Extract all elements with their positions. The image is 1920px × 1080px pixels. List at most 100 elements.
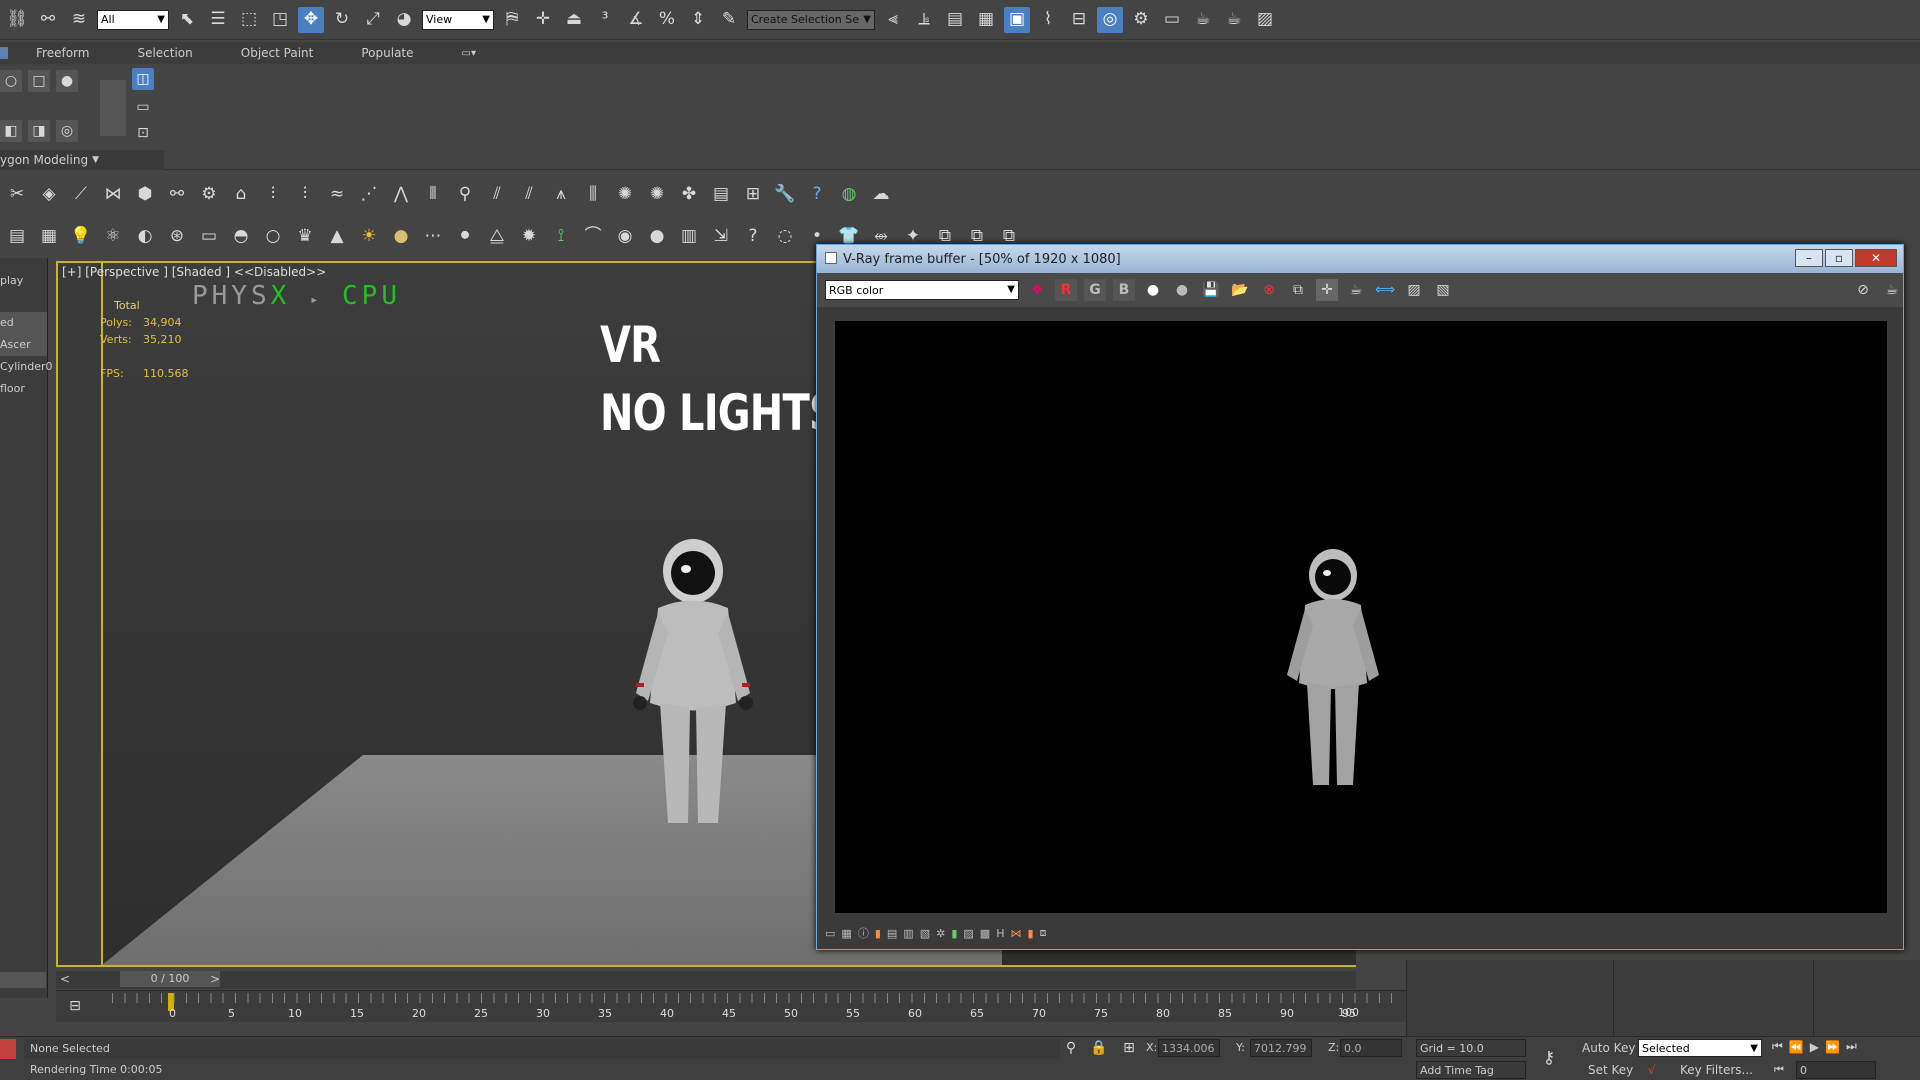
wrench-icon[interactable]: 🔧 xyxy=(772,181,798,207)
save-icon[interactable]: 💾 xyxy=(1200,279,1222,301)
vfb-status-icon-11[interactable]: ▩ xyxy=(980,927,990,940)
set-key-button[interactable]: Set Key xyxy=(1588,1063,1633,1077)
export-icon[interactable]: ⇲ xyxy=(708,223,734,249)
vray-icon-3[interactable]: ⊛ xyxy=(164,223,190,249)
selection-filter-dropdown[interactable]: All ▼ xyxy=(97,9,169,30)
named-selection-sets-dropdown[interactable]: Create Selection Se ▼ xyxy=(747,9,875,30)
list-item[interactable]: play xyxy=(0,270,47,292)
select-manipulate-icon[interactable]: ✛ xyxy=(530,7,556,33)
helper-icon-4[interactable]: ⋈ xyxy=(100,181,126,207)
question-icon[interactable]: ? xyxy=(740,223,766,249)
hair-icon-6[interactable]: ⫴ xyxy=(420,181,446,207)
scale-icon[interactable]: ⤢ xyxy=(360,7,386,33)
bulb-icon[interactable]: 💡 xyxy=(68,223,94,249)
ribbon-mode-icon[interactable]: ◫ xyxy=(132,68,154,90)
render-teapot-icon[interactable]: ☕ xyxy=(1345,279,1367,301)
vray-icon-1[interactable]: ⚛ xyxy=(100,223,126,249)
ribbon-options-icon[interactable]: ▭▾ xyxy=(462,48,476,59)
rect-selection-icon[interactable]: ⬚ xyxy=(236,7,262,33)
fur-icon[interactable]: ⚫ xyxy=(452,223,478,249)
pin-icon[interactable]: ⚲ xyxy=(452,181,478,207)
mono-icon[interactable]: ● xyxy=(1171,279,1193,301)
next-frame-icon[interactable]: ⏩ xyxy=(1825,1040,1840,1054)
material-editor-icon[interactable]: ◎ xyxy=(1097,6,1123,33)
sphere-grid-icon[interactable]: ✹ xyxy=(516,223,542,249)
vfb-status-icon-10[interactable]: ▨ xyxy=(963,927,973,940)
helper-icon-1[interactable]: ✂ xyxy=(4,181,30,207)
hair-icon-5[interactable]: ⋀ xyxy=(388,181,414,207)
vfb-status-icon-8[interactable]: ✲ xyxy=(936,927,945,940)
cloud-icon[interactable]: ☁ xyxy=(868,181,894,207)
stop-icon[interactable]: ⊘ xyxy=(1852,279,1874,301)
time-slider-thumb[interactable]: 0 / 100 xyxy=(120,971,220,987)
tab-object-paint[interactable]: Object Paint xyxy=(241,46,314,60)
document-icon[interactable]: ▤ xyxy=(708,181,734,207)
maximize-icon[interactable]: ▫ xyxy=(1825,249,1853,267)
region-render-icon[interactable]: ⟺ xyxy=(1374,279,1396,301)
history-icon-4[interactable]: ◧ xyxy=(0,120,22,142)
percent-snap-icon[interactable]: % xyxy=(654,7,680,33)
render-production-icon[interactable]: ☕ xyxy=(1190,7,1216,33)
y-coordinate-field[interactable]: 7012.799 xyxy=(1250,1039,1312,1057)
ies-light-icon[interactable]: ♛ xyxy=(292,223,318,249)
keyboard-override-icon[interactable]: ⏏ xyxy=(561,7,587,33)
bind-space-warp-icon[interactable]: ≋ xyxy=(66,7,92,33)
window-crossing-icon[interactable]: ◳ xyxy=(267,7,293,33)
absolute-mode-icon[interactable]: ⊞ xyxy=(1118,1037,1140,1059)
previous-frame-icon[interactable]: ⏪ xyxy=(1789,1040,1804,1054)
network-icon[interactable]: ⊞ xyxy=(740,181,766,207)
key-filters-button[interactable]: Key Filters... xyxy=(1680,1063,1753,1077)
history-icon-5[interactable]: ◨ xyxy=(28,120,50,142)
ribbon-toggle-icon-2[interactable]: ⊡ xyxy=(132,122,154,144)
render-icon[interactable]: ☕ xyxy=(1881,279,1903,301)
list-item[interactable]: ed Ascer xyxy=(0,312,47,356)
rendered-frame-window-icon[interactable]: ▭ xyxy=(1159,7,1185,33)
vfb-status-icon-7[interactable]: ▧ xyxy=(920,927,930,940)
vfb-status-icon-2[interactable]: ▦ xyxy=(841,927,851,940)
light-lister-icon[interactable]: ◌ xyxy=(772,223,798,249)
render-activeshade-icon[interactable]: ▨ xyxy=(1252,7,1278,33)
isolate-icon[interactable]: ⚲ xyxy=(1060,1037,1082,1059)
schematic-view-icon[interactable]: ⊟ xyxy=(1066,7,1092,33)
hair-icon-9[interactable]: ⩚ xyxy=(548,181,574,207)
polygon-modeling-panel-label[interactable]: ygon Modeling ▼ xyxy=(0,150,164,170)
hair-icon-8[interactable]: ⫽ xyxy=(516,181,542,207)
vfb-status-h[interactable]: H xyxy=(996,927,1004,940)
vray-icon-2[interactable]: ◐ xyxy=(132,223,158,249)
link-icon[interactable]: ⛓ xyxy=(4,7,30,33)
orb-icon[interactable]: ◉ xyxy=(612,223,638,249)
scene-explorer-icon[interactable]: ▦ xyxy=(973,7,999,33)
hair-icon-4[interactable]: ⋰ xyxy=(356,181,382,207)
spark-icon-3[interactable]: ✤ xyxy=(676,181,702,207)
select-by-name-icon[interactable]: ☰ xyxy=(205,7,231,33)
hair-icon-1[interactable]: ⫶ xyxy=(260,181,286,207)
graphite-toolbox-icon[interactable]: ▣ xyxy=(1004,6,1030,33)
spark-icon-1[interactable]: ✺ xyxy=(612,181,638,207)
x-coordinate-field[interactable]: 1334.006 xyxy=(1158,1039,1220,1057)
green-channel-button[interactable]: G xyxy=(1084,279,1106,301)
table-icon[interactable]: ▥ xyxy=(676,223,702,249)
helper-icon-2[interactable]: ◈ xyxy=(36,181,62,207)
dome-light-icon[interactable]: ◓ xyxy=(228,223,254,249)
pivot-icon[interactable]: ⛿ xyxy=(499,7,525,33)
vfb-status-icon-4[interactable]: ▮ xyxy=(875,927,881,940)
list-icon[interactable]: ▤ xyxy=(4,223,30,249)
help-icon[interactable]: ? xyxy=(804,181,830,207)
vray-frame-buffer-titlebar[interactable]: V-Ray frame buffer - [50% of 1920 x 1080… xyxy=(817,245,1903,273)
time-slider[interactable]: < 0 / 100 > xyxy=(56,971,1356,989)
key-icon[interactable]: ⚷ xyxy=(1536,1045,1562,1071)
tab-populate[interactable]: Populate xyxy=(361,46,413,60)
duplicate-icon[interactable]: ⧉ xyxy=(1287,279,1309,301)
gear-icon[interactable]: ⚙ xyxy=(196,181,222,207)
current-frame-field[interactable]: 0 xyxy=(1796,1061,1876,1079)
proxy-icon[interactable]: ⋯ xyxy=(420,223,446,249)
history-icon-2[interactable]: □ xyxy=(28,70,50,92)
history-icon-3[interactable]: ● xyxy=(56,70,78,92)
corrections-icon[interactable]: ▨ xyxy=(1403,279,1425,301)
render-setup-icon[interactable]: ⚙ xyxy=(1128,7,1154,33)
scene-explorer-scrollbar[interactable] xyxy=(0,972,46,988)
curve-editor-icon[interactable]: ⌇ xyxy=(1035,7,1061,33)
go-to-end-icon[interactable]: ⏭ xyxy=(1846,1039,1857,1054)
grass-icon[interactable]: ⟟ xyxy=(548,223,574,249)
mirror-icon[interactable]: ⫷ xyxy=(880,7,906,33)
